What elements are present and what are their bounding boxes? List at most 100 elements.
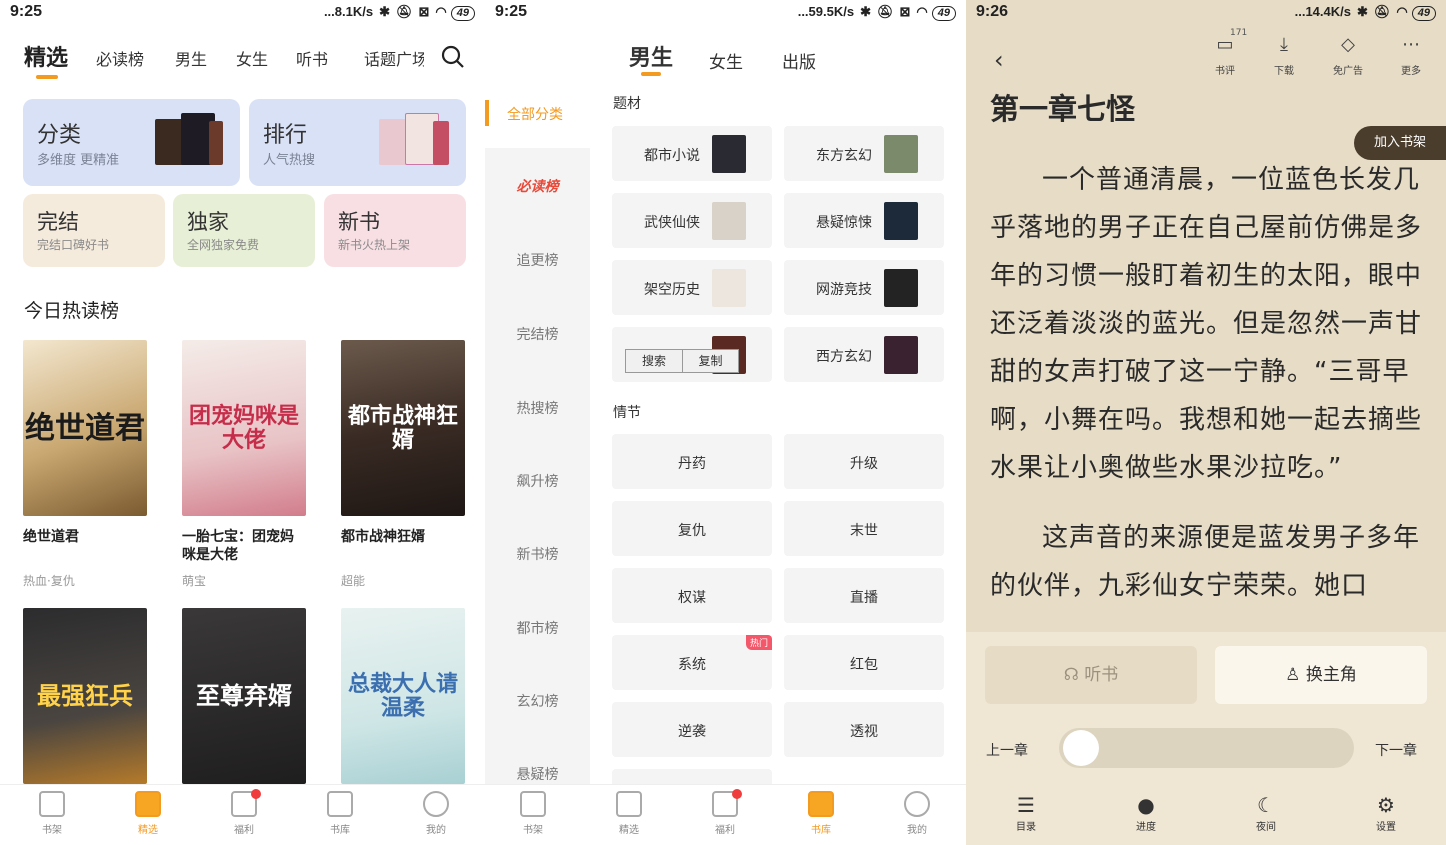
genre-button[interactable]: 悬疑惊悚 — [784, 193, 944, 248]
next-chapter-button[interactable]: 下一章 — [1375, 740, 1417, 760]
book-item[interactable]: 最强狂兵 — [23, 608, 147, 784]
plot-button[interactable]: 末世 — [784, 501, 944, 556]
nav-welfare[interactable]: 福利 — [695, 789, 755, 836]
plot-label: 升级 — [850, 456, 878, 472]
plot-button[interactable]: 透视 — [784, 702, 944, 757]
switch-protagonist-button[interactable]: ♙ 换主角 — [1215, 646, 1427, 704]
group-title-genre: 题材 — [613, 96, 641, 112]
genre-thumb — [712, 135, 746, 173]
genre-button[interactable]: 东方玄幻 — [784, 126, 944, 181]
sidebar-item-must-read[interactable]: 必读榜 — [485, 176, 590, 196]
progress-knob[interactable] — [1063, 730, 1099, 766]
listen-button[interactable]: ☊ 听书 — [985, 646, 1197, 704]
card-title: 完结 — [37, 210, 79, 234]
menu-icon: ☰ — [1017, 793, 1035, 817]
nav-library[interactable]: 书库 — [791, 791, 851, 836]
sim-icon: ⊠ — [899, 4, 911, 19]
download-button[interactable]: ⤓ 下载 — [1259, 34, 1309, 77]
genre-label: 东方玄幻 — [816, 148, 872, 164]
category-card[interactable]: 分类 多维度 更精准 — [23, 99, 240, 186]
book-item[interactable]: 绝世道君 绝世道君 热血·复仇 — [23, 340, 147, 588]
ranking-card[interactable]: 排行 人气热搜 — [249, 99, 466, 186]
tab-male[interactable]: 男生 — [175, 46, 207, 70]
plot-button[interactable]: 权谋 — [612, 568, 772, 623]
settings-button[interactable]: ⚙ 设置 — [1356, 792, 1416, 833]
plot-button[interactable]: 复仇 — [612, 501, 772, 556]
genre-button[interactable]: 武侠仙侠 — [612, 193, 772, 248]
genre-thumb — [884, 135, 918, 173]
back-arrow-icon[interactable]: ‹ — [994, 46, 1004, 74]
nav-bookshelf[interactable]: 书架 — [22, 791, 82, 836]
new-book-card[interactable]: 新书 新书火热上架 — [324, 194, 466, 267]
context-copy[interactable]: 复制 — [682, 350, 738, 372]
nav-label: 精选 — [619, 825, 639, 836]
book-item[interactable]: 总裁大人请温柔 — [341, 608, 465, 784]
tab-female[interactable]: 女生 — [709, 48, 743, 73]
tab-audio[interactable]: 听书 — [296, 46, 328, 70]
plot-button[interactable]: 升级 — [784, 434, 944, 489]
add-to-shelf-button[interactable]: 加入书架 — [1354, 126, 1446, 160]
sidebar-item-fantasy[interactable]: 玄幻榜 — [485, 691, 590, 711]
nav-profile[interactable]: 我的 — [887, 791, 947, 836]
no-ads-button[interactable]: ◇ 免广告 — [1323, 34, 1373, 77]
tab-featured[interactable]: 精选 — [24, 40, 68, 72]
sidebar-item-finished[interactable]: 完结榜 — [485, 324, 590, 344]
finished-card[interactable]: 完结 完结口碑好书 — [23, 194, 165, 267]
sidebar-item-mystery[interactable]: 悬疑榜 — [485, 764, 590, 784]
sidebar-item-rising[interactable]: 飙升榜 — [485, 471, 590, 491]
night-mode-button[interactable]: ☾ 夜间 — [1236, 792, 1296, 833]
book-item[interactable]: 至尊弃婿 — [182, 608, 306, 784]
sidebar-item-all[interactable]: 全部分类 — [485, 96, 590, 132]
progress-slider[interactable] — [1059, 728, 1354, 768]
genre-button[interactable]: 网游竞技 — [784, 260, 944, 315]
plot-button[interactable]: 系统 热门 — [612, 635, 772, 690]
tab-female[interactable]: 女生 — [236, 46, 268, 70]
tab-must-read[interactable]: 必读榜 — [96, 46, 144, 70]
sidebar-item-hot-search[interactable]: 热搜榜 — [485, 398, 590, 418]
nav-label: 书库 — [811, 825, 831, 836]
bottom-nav: 书架 精选 福利 书库 我的 — [0, 784, 485, 845]
plot-button[interactable]: 丹药 — [612, 434, 772, 489]
tab-topics[interactable]: 话题广场 — [364, 46, 424, 70]
sidebar-item-urban[interactable]: 都市榜 — [485, 618, 590, 638]
tab-publish[interactable]: 出版 — [782, 48, 816, 73]
status-bar: 9:26 ...14.4K/s ✱ 🔕︎ ◠ 49 — [966, 0, 1446, 26]
book-item[interactable]: 都市战神狂婿 都市战神狂婿 超能 — [341, 340, 465, 588]
nav-label: 书架 — [523, 825, 543, 836]
sidebar-item-new[interactable]: 新书榜 — [485, 544, 590, 564]
headphones-icon: ☊ — [1063, 665, 1085, 685]
card-subtitle: 完结口碑好书 — [37, 238, 110, 252]
plot-button[interactable]: 红包 — [784, 635, 944, 690]
plot-button[interactable]: 直播 — [784, 568, 944, 623]
review-count: 171 — [1230, 28, 1248, 38]
context-search[interactable]: 搜索 — [626, 350, 682, 372]
toc-button[interactable]: ☰ 目录 — [996, 792, 1056, 833]
reader-content: 一个普通清晨，一位蓝色长发几乎落地的男子正在自己屋前仿佛是多年的习惯一般盯着初生… — [990, 156, 1426, 632]
nav-welfare[interactable]: 福利 — [214, 789, 274, 836]
library-icon — [327, 791, 353, 817]
sidebar-item-updates[interactable]: 追更榜 — [485, 250, 590, 270]
reviews-button[interactable]: ▭ 171 书评 — [1200, 28, 1250, 77]
plot-button[interactable]: 逆袭 — [612, 702, 772, 757]
genre-button[interactable]: 西方玄幻 — [784, 327, 944, 382]
person-icon: ♙ — [1285, 665, 1306, 685]
nav-featured[interactable]: 精选 — [118, 791, 178, 836]
genre-button[interactable]: 都市小说 — [612, 126, 772, 181]
tab-male[interactable]: 男生 — [629, 40, 673, 72]
nav-featured[interactable]: 精选 — [599, 791, 659, 836]
genre-button[interactable]: 架空历史 — [612, 260, 772, 315]
nav-bookshelf[interactable]: 书架 — [503, 791, 563, 836]
nav-library[interactable]: 书库 — [310, 791, 370, 836]
context-menu: 搜索 复制 — [625, 349, 739, 373]
more-button[interactable]: ⋯ 更多 — [1386, 34, 1436, 77]
book-item[interactable]: 团宠妈咪是大佬 一胎七宝：团宠妈咪是大佬 萌宝 — [182, 340, 306, 588]
paragraph: 一个普通清晨，一位蓝色长发几乎落地的男子正在自己屋前仿佛是多年的习惯一般盯着初生… — [990, 165, 1423, 483]
nav-profile[interactable]: 我的 — [406, 791, 466, 836]
plot-label: 权谋 — [678, 590, 706, 606]
exclusive-card[interactable]: 独家 全网独家免费 — [173, 194, 315, 267]
search-icon[interactable] — [441, 45, 465, 69]
hot-badge: 热门 — [745, 635, 772, 650]
notification-dot — [732, 789, 742, 799]
prev-chapter-button[interactable]: 上一章 — [986, 740, 1028, 760]
progress-button[interactable]: ● 进度 — [1116, 792, 1176, 833]
